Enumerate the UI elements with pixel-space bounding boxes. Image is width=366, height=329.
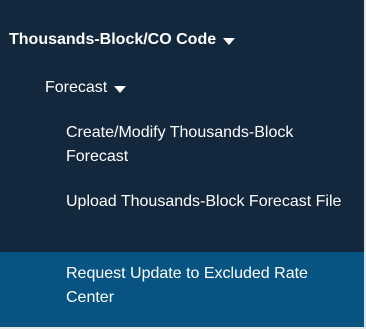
caret-down-icon [223,38,236,45]
menu-item-create-modify-forecast[interactable]: Create/Modify Thousands-Block Forecast [0,121,364,169]
section-label: Thousands-Block/CO Code [9,31,217,48]
caret-down-icon [114,86,127,93]
menu-item-label: Create/Modify Thousands-Block Forecast [66,124,294,165]
menu-item-label: Request Update to Excluded Rate Center [66,265,308,306]
menu-item-upload-forecast-file[interactable]: Upload Thousands-Block Forecast File [0,190,364,214]
sidebar-menu: Thousands-Block/CO Code Forecast Create/… [0,0,366,329]
menu-item-label: Upload Thousands-Block Forecast File [66,193,342,210]
menu-item-request-update-excluded-rate-center[interactable]: Request Update to Excluded Rate Center [0,252,364,327]
subsection-forecast[interactable]: Forecast [0,68,364,108]
section-thousands-block-co-code[interactable]: Thousands-Block/CO Code [0,20,364,60]
subsection-label: Forecast [45,79,108,96]
